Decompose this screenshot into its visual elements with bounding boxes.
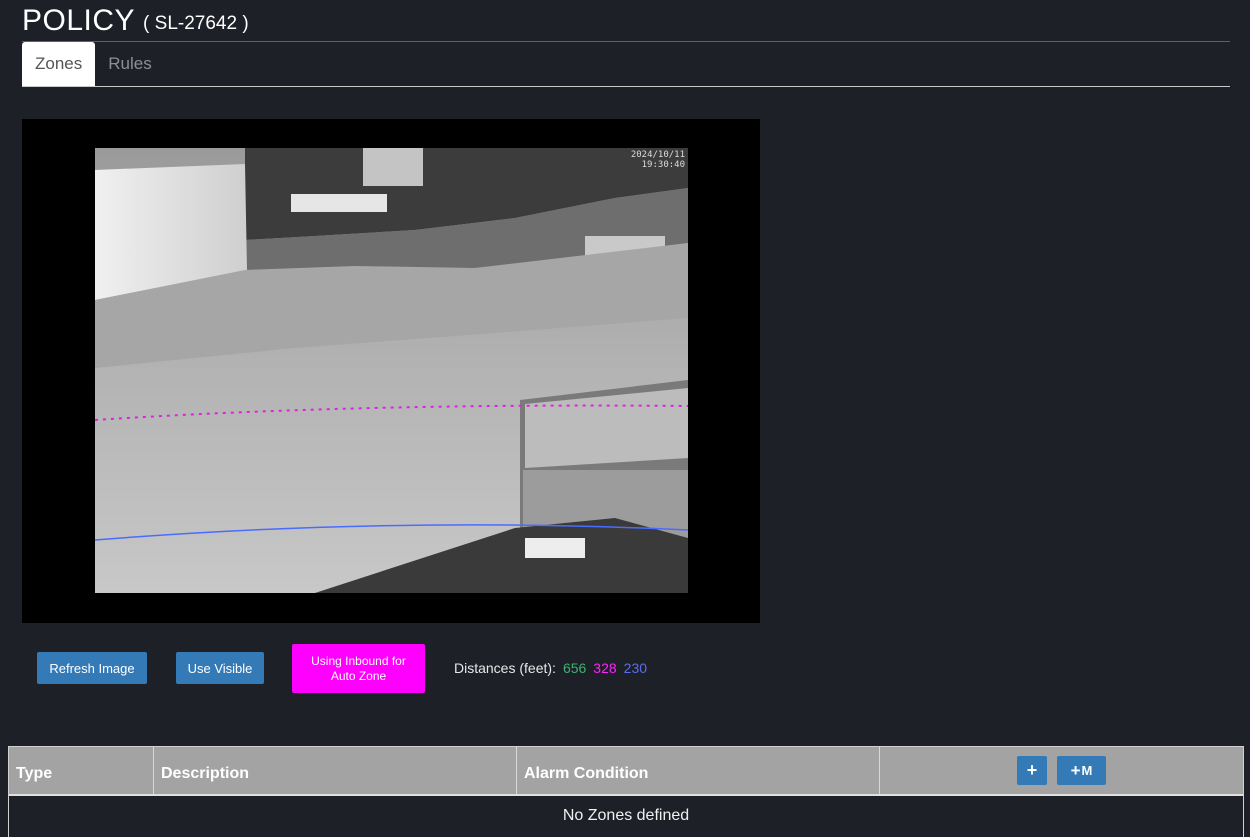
distance-value-mid: 328 xyxy=(593,660,617,676)
table-empty-row: No Zones defined xyxy=(9,796,1243,836)
refresh-image-button[interactable]: Refresh Image xyxy=(37,652,147,684)
plus-icon: + xyxy=(1026,760,1038,780)
policy-id: ( SL-27642 ) xyxy=(143,13,249,34)
add-multiple-zones-button[interactable]: + M xyxy=(1057,756,1106,785)
tab-bar: Zones Rules xyxy=(22,42,1230,87)
inbound-auto-zone-button[interactable]: Using Inbound for Auto Zone xyxy=(292,644,425,693)
timestamp-date: 2024/10/11 xyxy=(630,150,685,160)
column-header-description[interactable]: Description xyxy=(154,747,517,794)
add-multi-label: M xyxy=(1081,763,1093,778)
distance-value-far: 656 xyxy=(562,660,587,676)
column-header-type[interactable]: Type xyxy=(9,747,154,794)
thermal-camera-image[interactable]: 2024/10/11 19:30:40 xyxy=(95,148,688,593)
column-header-alarm-condition[interactable]: Alarm Condition xyxy=(517,747,880,794)
timestamp-time: 19:30:40 xyxy=(641,160,685,170)
tab-zones[interactable]: Zones xyxy=(22,42,96,86)
distances-label: Distances (feet): xyxy=(454,660,556,676)
table-header: Type Description Alarm Condition + + M xyxy=(9,747,1243,796)
camera-timestamp: 2024/10/11 19:30:40 xyxy=(631,150,685,170)
use-visible-button[interactable]: Use Visible xyxy=(176,652,264,684)
thermal-scene xyxy=(95,148,688,593)
zones-table: Type Description Alarm Condition + + M N… xyxy=(8,746,1244,837)
policy-page: POLICY ( SL-27642 ) Zones Rules 2024/10/… xyxy=(0,0,1250,837)
page-title: POLICY xyxy=(22,4,136,37)
camera-view: 2024/10/11 19:30:40 xyxy=(22,119,760,623)
distances-legend: Distances (feet): 656 328 230 xyxy=(454,660,647,676)
plus-icon: + xyxy=(1070,760,1081,780)
table-actions: + + M xyxy=(880,747,1243,794)
add-zone-button[interactable]: + xyxy=(1017,756,1047,785)
distance-value-near: 230 xyxy=(623,660,648,676)
empty-message: No Zones defined xyxy=(562,807,690,824)
page-header: POLICY ( SL-27642 ) xyxy=(22,0,1230,42)
tab-rules[interactable]: Rules xyxy=(95,42,164,86)
